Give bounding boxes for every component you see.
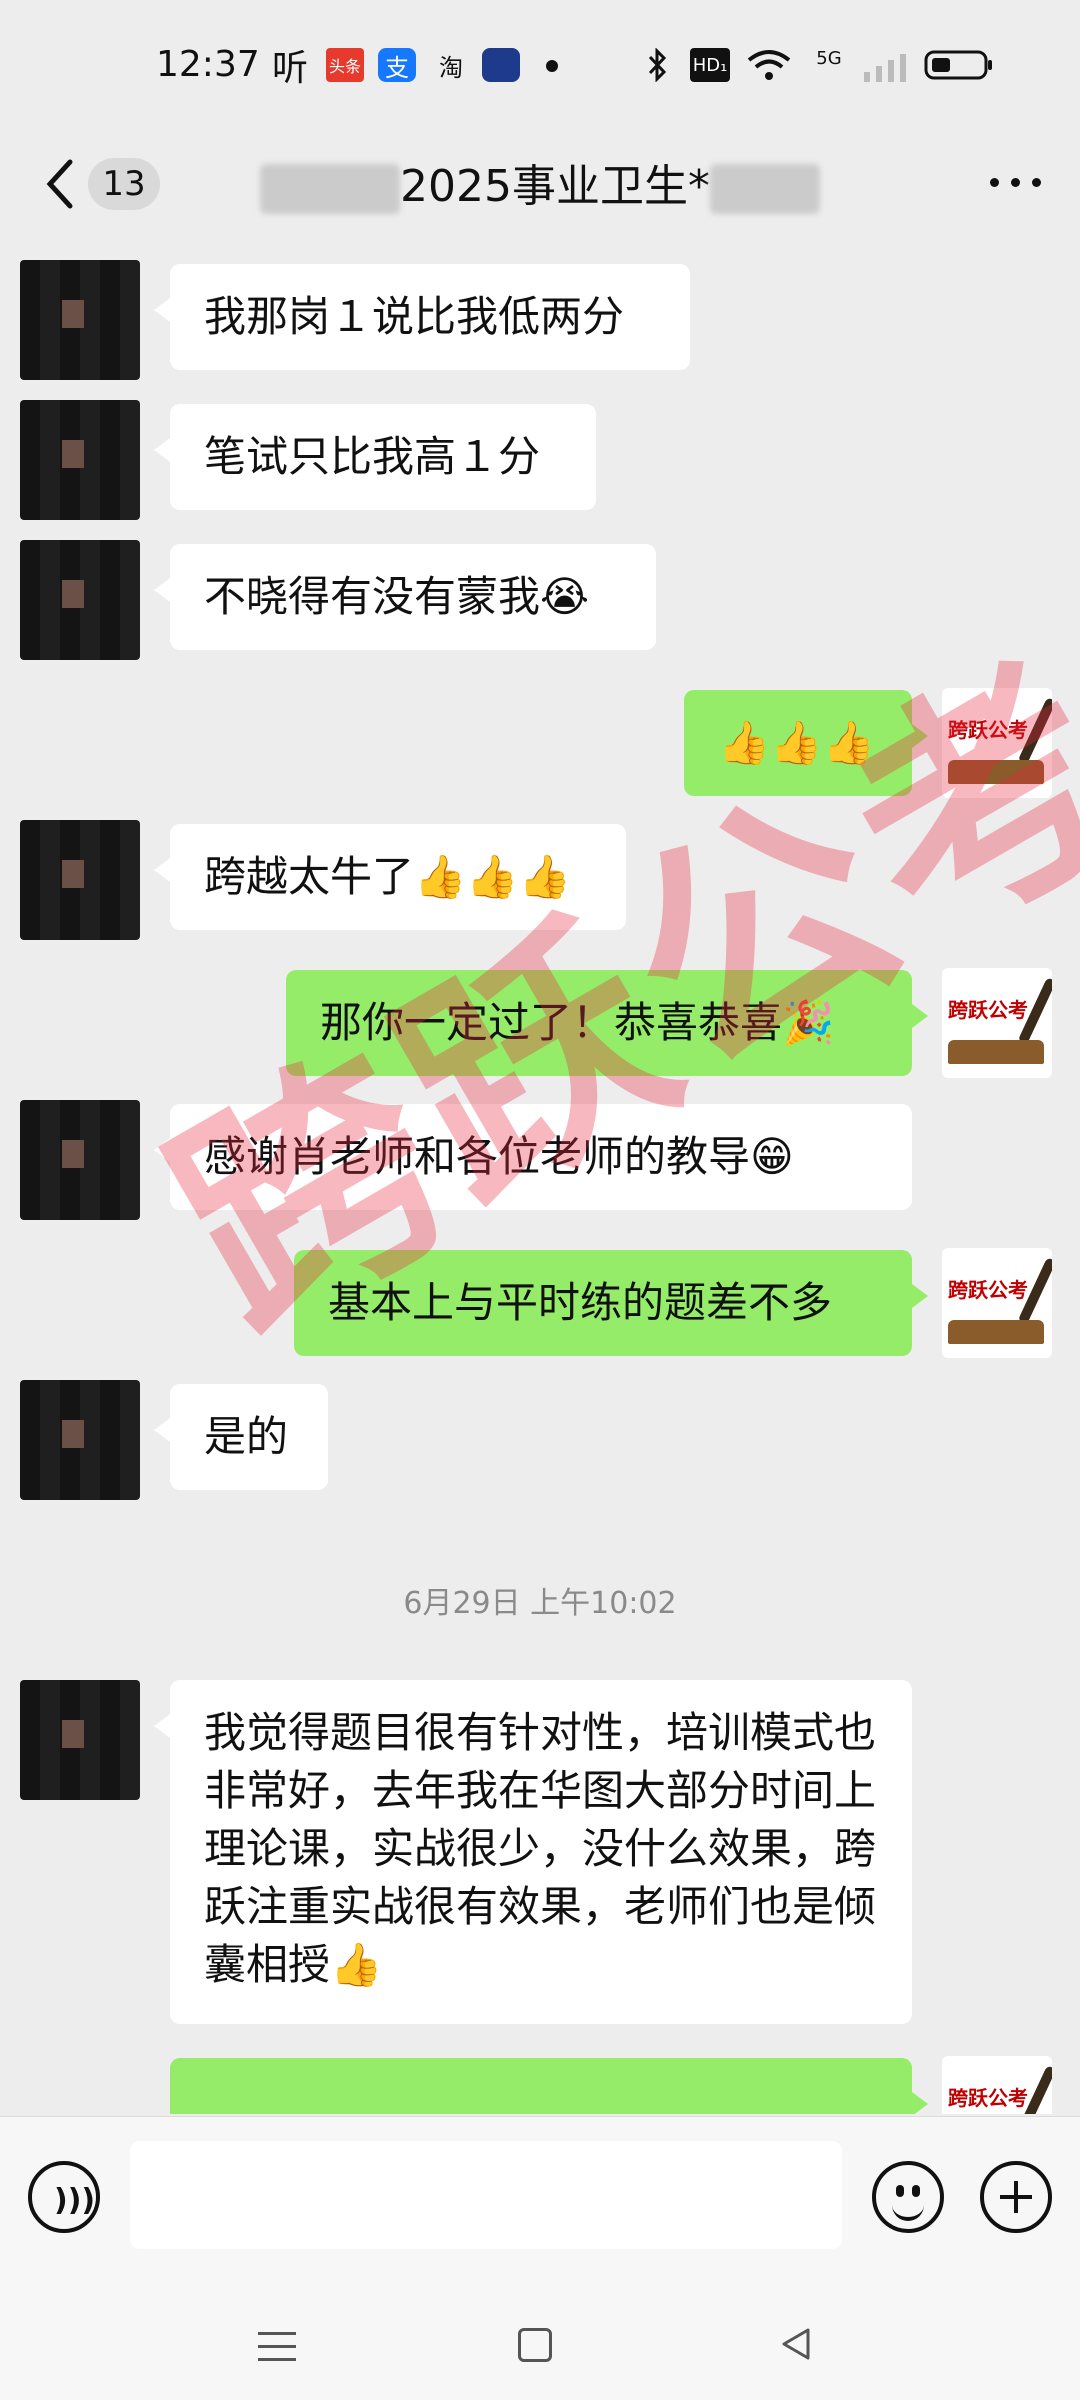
contact-avatar[interactable] — [20, 820, 140, 940]
message-input[interactable] — [130, 2141, 842, 2249]
outgoing-message-bubble[interactable]: 基本上与平时练的题差不多 — [294, 1250, 928, 1356]
voice-input-icon[interactable]: ))) — [28, 2161, 100, 2233]
system-navigation-bar — [0, 2280, 1080, 2400]
emoji-icon[interactable] — [872, 2161, 944, 2233]
contact-avatar[interactable] — [20, 1680, 140, 1800]
self-avatar[interactable]: 跨跃公考 — [942, 688, 1052, 798]
message-list[interactable]: 我那岗１说比我低两分 笔试只比我高１分 不晓得有没有蒙我😭 跨跃公考 👍👍👍 跨… — [0, 244, 1080, 2114]
redacted-title-suffix — [709, 164, 820, 214]
incoming-message-bubble[interactable]: 是的 — [154, 1384, 328, 1490]
status-bar: 12:37 听 头条 支 淘 HD₁ 5G — [0, 0, 1080, 132]
redacted-title-prefix — [260, 164, 400, 214]
toutiao-icon: 头条 — [326, 48, 364, 82]
incoming-message-bubble[interactable]: 感谢肖老师和各位老师的教导😁 — [154, 1104, 912, 1210]
5g-signal-icon: 5G — [816, 48, 842, 69]
avatar-logo-text: 跨跃公考 — [948, 998, 1028, 1022]
app-badge-icon — [482, 48, 520, 82]
alipay-icon: 支 — [378, 48, 416, 82]
contact-avatar[interactable] — [20, 540, 140, 660]
contact-avatar[interactable] — [20, 1380, 140, 1500]
incoming-message-bubble[interactable]: 不晓得有没有蒙我😭 — [154, 544, 656, 650]
incoming-message-bubble[interactable]: 笔试只比我高１分 — [154, 404, 596, 510]
incoming-message-bubble[interactable]: 跨越太牛了👍👍👍 — [154, 824, 626, 930]
self-avatar[interactable]: 跨跃公考 — [942, 968, 1052, 1078]
avatar-logo-text: 跨跃公考 — [948, 718, 1028, 742]
message-timestamp: 6月29日 上午10:02 — [403, 1586, 677, 1621]
outgoing-message-bubble[interactable] — [170, 2058, 928, 2114]
battery-icon — [924, 50, 992, 80]
more-actions-plus-icon[interactable] — [980, 2161, 1052, 2233]
system-back-icon[interactable] — [776, 2324, 816, 2364]
signal-icon — [864, 54, 906, 82]
outgoing-message-bubble[interactable]: 👍👍👍 — [684, 690, 928, 796]
bluetooth-icon — [648, 48, 667, 82]
avatar-logo-text: 跨跃公考 — [948, 2086, 1028, 2110]
more-dots-icon[interactable] — [986, 162, 1046, 202]
avatar-logo-text: 跨跃公考 — [948, 1278, 1028, 1302]
self-avatar[interactable]: 跨跃公考 — [942, 2056, 1052, 2114]
input-bar: ))) — [0, 2116, 1080, 2281]
chat-header: 13 2025事业卫生* — [0, 132, 1080, 242]
hd-icon: HD₁ — [690, 48, 730, 82]
status-time: 12:37 — [156, 44, 260, 85]
home-icon[interactable] — [518, 2328, 552, 2362]
taobao-icon: 淘 — [439, 53, 463, 82]
contact-avatar[interactable] — [20, 400, 140, 520]
contact-avatar[interactable] — [20, 1100, 140, 1220]
outgoing-message-bubble[interactable]: 那你一定过了！恭喜恭喜🎉 — [286, 970, 928, 1076]
wifi-icon — [747, 50, 791, 80]
incoming-message-bubble[interactable]: 我觉得题目很有针对性，培训模式也非常好，去年我在华图大部分时间上理论课，实战很少… — [154, 1680, 912, 2024]
incoming-message-bubble[interactable]: 我那岗１说比我低两分 — [154, 264, 690, 370]
chat-title-text: 2025事业卫生* — [400, 161, 710, 212]
chat-title[interactable]: 2025事业卫生* — [0, 150, 1080, 214]
contact-avatar[interactable] — [20, 260, 140, 380]
self-avatar[interactable]: 跨跃公考 — [942, 1248, 1052, 1358]
dot-icon — [546, 60, 558, 72]
recent-apps-icon[interactable] — [258, 2332, 296, 2362]
listen-app-icon: 听 — [272, 48, 309, 89]
